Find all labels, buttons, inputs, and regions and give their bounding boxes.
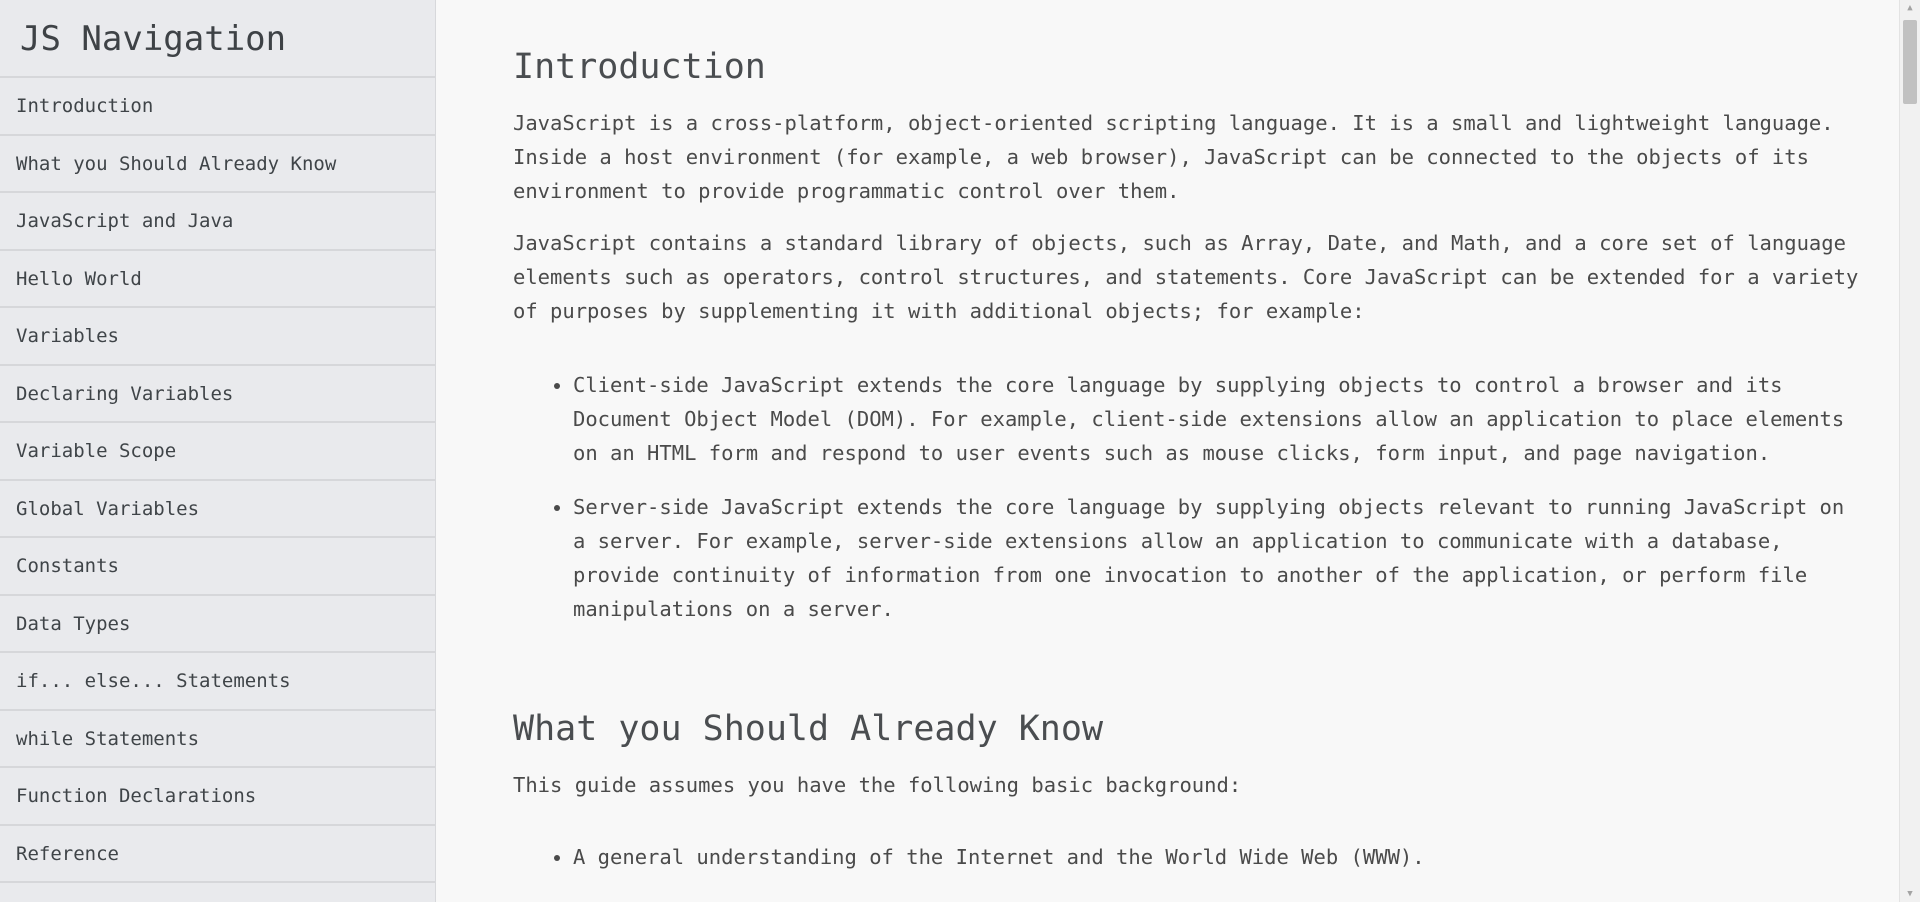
paragraph: JavaScript is a cross-platform, object-o… [513, 111, 1834, 203]
app-window: JS Navigation Introduction What you Shou… [0, 0, 1920, 902]
nav-item-data-types[interactable]: Data Types [0, 596, 435, 653]
scroll-down-arrow-icon[interactable]: ▼ [1900, 886, 1920, 902]
paragraph: This guide assumes you have the followin… [513, 773, 1242, 797]
nav-item-variables[interactable]: Variables [0, 308, 435, 366]
paragraph: JavaScript contains a standard library o… [513, 231, 1859, 323]
nav-item-if-else-statements[interactable]: if... else... Statements [0, 653, 435, 711]
main-content: Introduction JavaScript is a cross-platf… [436, 0, 1900, 902]
list-item: Client-side JavaScript extends the core … [573, 368, 1868, 470]
nav-item-while-statements[interactable]: while Statements [0, 711, 435, 768]
sidebar-title: JS Navigation [0, 0, 435, 78]
nav-item-reference[interactable]: Reference [0, 826, 435, 883]
section-what-you-should-already-know: What you Should Already Know This guide … [513, 706, 1868, 902]
list-item: A general understanding of the Internet … [573, 840, 1868, 874]
nav-item-javascript-and-java[interactable]: JavaScript and Java [0, 193, 435, 251]
bullet-list: A general understanding of the Internet … [513, 840, 1868, 902]
nav-item-global-variables[interactable]: Global Variables [0, 481, 435, 538]
vertical-scrollbar[interactable]: ▲ ▼ [1899, 0, 1920, 902]
list-item: Server-side JavaScript extends the core … [573, 490, 1868, 626]
nav-item-introduction[interactable]: Introduction [0, 78, 435, 136]
nav-item-what-you-should-already-know[interactable]: What you Should Already Know [0, 136, 435, 193]
content-body: Introduction JavaScript is a cross-platf… [436, 0, 1900, 902]
bullet-list: Client-side JavaScript extends the core … [513, 368, 1868, 626]
nav-item-variable-scope[interactable]: Variable Scope [0, 423, 435, 481]
nav-list: Introduction What you Should Already Kno… [0, 78, 435, 883]
section-title-introduction: Introduction [513, 47, 766, 87]
nav-item-declaring-variables[interactable]: Declaring Variables [0, 366, 435, 423]
scroll-up-arrow-icon[interactable]: ▲ [1900, 0, 1920, 16]
sidebar-navigation: JS Navigation Introduction What you Shou… [0, 0, 436, 902]
nav-item-constants[interactable]: Constants [0, 538, 435, 596]
scrollbar-thumb[interactable] [1903, 20, 1917, 104]
list-item: Good working knowledge of HyperText Mark… [573, 894, 1868, 902]
section-introduction: Introduction JavaScript is a cross-platf… [513, 44, 1868, 626]
section-title-what-you-should-already-know: What you Should Already Know [513, 709, 1104, 749]
nav-item-function-declarations[interactable]: Function Declarations [0, 768, 435, 826]
nav-item-hello-world[interactable]: Hello World [0, 251, 435, 308]
